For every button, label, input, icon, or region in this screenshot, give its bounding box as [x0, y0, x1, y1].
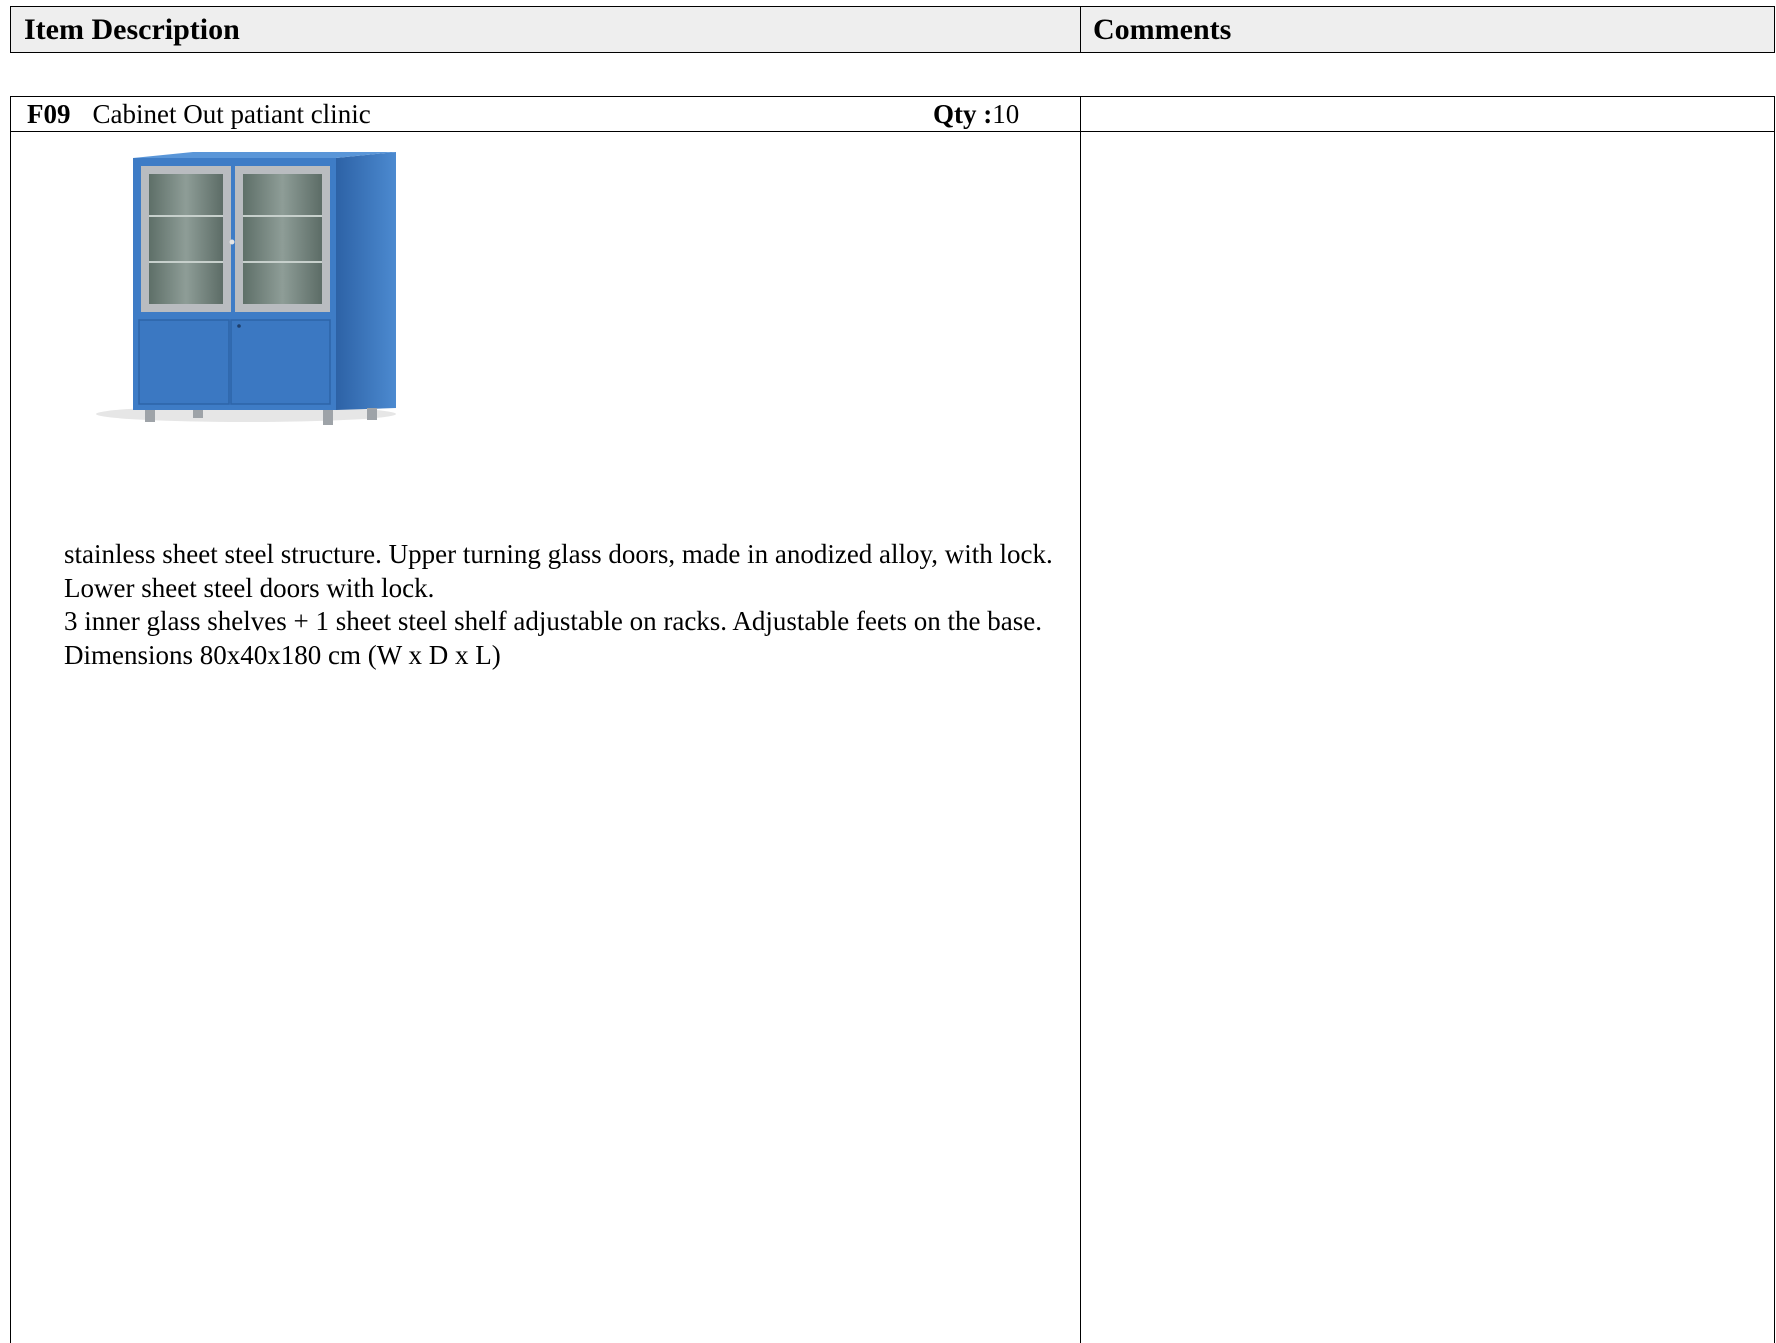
item-title-cell: F09 Cabinet Out patiant clinic Qty :10 [11, 97, 1081, 131]
description-line: Dimensions 80x40x180 cm (W x D x L) [64, 639, 501, 670]
item-description-text: stainless sheet steel structure. Upper t… [64, 538, 1074, 672]
item-description-header: Item Description [11, 7, 1081, 52]
quantity-label: Qty : [933, 98, 993, 129]
description-line: Lower sheet steel doors with lock. [64, 572, 435, 603]
item-comments-cell [1081, 132, 1774, 1343]
item-name: Cabinet Out patiant clinic [92, 98, 371, 129]
description-line: stainless sheet steel structure. Upper t… [64, 539, 1053, 569]
cabinet-image [96, 152, 396, 425]
item-quantity: Qty :10 [933, 97, 1019, 131]
quantity-value: 10 [992, 98, 1020, 129]
document-page: Item Description Comments F09 Cabinet Ou… [0, 0, 1776, 1343]
description-line: 3 inner glass shelves + 1 sheet steel sh… [64, 606, 1042, 636]
column-header-table: Item Description Comments [10, 6, 1775, 53]
item-body-row: stainless sheet steel structure. Upper t… [11, 132, 1774, 1343]
item-title-comments-cell [1081, 97, 1774, 131]
item-title-row: F09 Cabinet Out patiant clinic Qty :10 [11, 97, 1774, 132]
item-code: F09 [27, 98, 71, 129]
item-table: F09 Cabinet Out patiant clinic Qty :10 s… [10, 96, 1775, 1343]
item-description-cell: stainless sheet steel structure. Upper t… [11, 132, 1081, 1343]
comments-header: Comments [1093, 12, 1232, 46]
